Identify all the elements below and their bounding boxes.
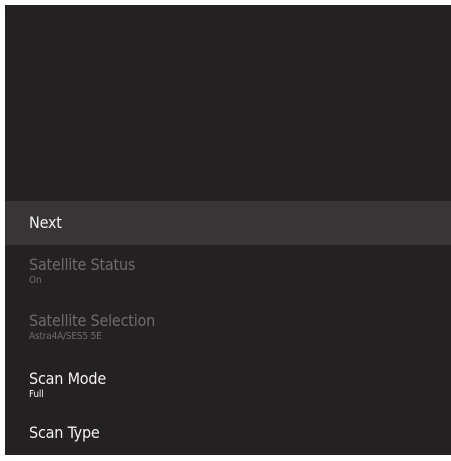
setup-panel: Next Satellite Status On Satellite Selec…	[5, 5, 451, 455]
menu-item-next[interactable]: Next	[5, 201, 451, 245]
scan-mode-value: Full	[29, 389, 44, 400]
satellite-status-label: Satellite Status	[29, 255, 136, 274]
scan-type-label: Scan Type	[29, 423, 100, 442]
satellite-status-value: On	[29, 275, 42, 286]
menu-item-satellite-status[interactable]: Satellite Status On	[5, 245, 451, 301]
satellite-selection-label: Satellite Selection	[29, 311, 156, 330]
satellite-settings-menu: Next Satellite Status On Satellite Selec…	[5, 201, 451, 455]
satellite-selection-value: Astra4A/SES5 5E	[29, 331, 102, 342]
menu-item-satellite-selection[interactable]: Satellite Selection Astra4A/SES5 5E	[5, 301, 451, 359]
menu-item-scan-mode[interactable]: Scan Mode Full	[5, 359, 451, 415]
menu-item-scan-type[interactable]: Scan Type	[5, 415, 451, 455]
menu-item-next-label: Next	[29, 213, 62, 232]
scan-mode-label: Scan Mode	[29, 369, 106, 388]
